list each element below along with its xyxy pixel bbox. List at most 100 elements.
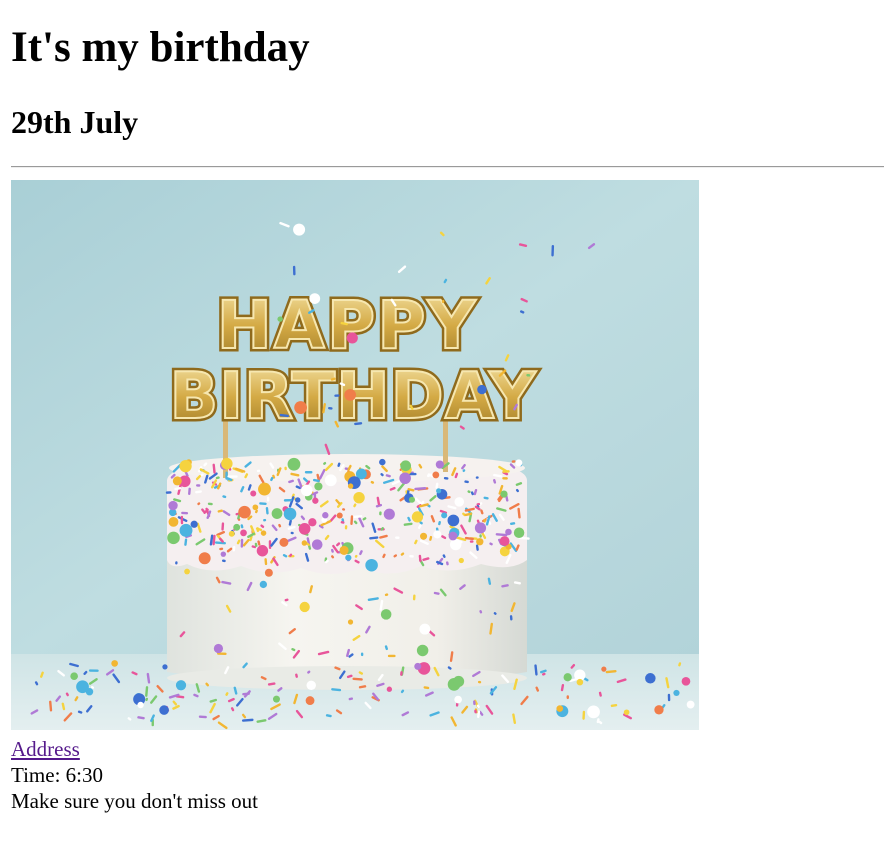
sprinkle-ball bbox=[454, 497, 465, 507]
sprinkle-ball bbox=[441, 512, 448, 519]
sprinkle-ball bbox=[436, 488, 442, 494]
sprinkle-ball bbox=[294, 497, 301, 503]
sprinkle-ball bbox=[306, 680, 316, 691]
sprinkle-ball bbox=[179, 523, 193, 537]
sprinkle-ball bbox=[70, 672, 78, 681]
sprinkle-ball bbox=[162, 664, 168, 670]
sprinkle-ball bbox=[233, 523, 241, 531]
sprinkle bbox=[502, 477, 508, 480]
sprinkle-ball bbox=[228, 530, 235, 537]
sprinkle-ball bbox=[298, 522, 311, 535]
sprinkle-ball bbox=[347, 619, 354, 625]
sprinkle-ball bbox=[300, 484, 313, 497]
sprinkle-ball bbox=[167, 531, 180, 545]
sprinkle-ball bbox=[563, 673, 572, 682]
sprinkle-ball bbox=[419, 623, 431, 635]
sprinkle bbox=[395, 536, 400, 539]
sprinkle bbox=[379, 511, 382, 516]
sprinkle bbox=[526, 374, 531, 377]
sprinkle-ball bbox=[513, 527, 525, 538]
sprinkle-ball bbox=[168, 500, 178, 511]
event-details: Address Time: 6:30 Make sure you don't m… bbox=[11, 736, 258, 814]
sprinkle-ball bbox=[287, 457, 301, 471]
event-time: Time: 6:30 bbox=[11, 763, 103, 787]
sprinkle-ball bbox=[179, 460, 192, 473]
sprinkle-ball bbox=[184, 568, 190, 575]
sprinkle-ball bbox=[347, 483, 354, 489]
sprinkle-ball bbox=[346, 332, 358, 344]
sprinkle bbox=[469, 540, 474, 543]
sprinkle bbox=[292, 265, 296, 276]
sprinkle-ball bbox=[515, 459, 523, 467]
sprinkle-ball bbox=[299, 601, 310, 613]
sprinkle-ball bbox=[344, 389, 356, 401]
sprinkle-ball bbox=[476, 538, 484, 546]
sprinkle-ball bbox=[336, 512, 343, 519]
sprinkle-ball bbox=[339, 545, 349, 555]
sprinkle-ball bbox=[420, 532, 428, 540]
sprinkle-ball bbox=[447, 514, 460, 527]
sprinkle-ball bbox=[240, 529, 247, 537]
sprinkle-ball bbox=[159, 705, 169, 715]
sprinkle-ball bbox=[256, 545, 269, 557]
sprinkle-ball bbox=[400, 460, 412, 472]
sprinkle-ball bbox=[213, 643, 224, 654]
sprinkle-ball bbox=[259, 580, 268, 589]
sprinkle bbox=[334, 394, 340, 397]
sprinkle bbox=[566, 695, 569, 700]
sprinkle-ball bbox=[293, 223, 306, 236]
sprinkle-ball bbox=[458, 557, 464, 564]
sprinkle-ball bbox=[353, 491, 365, 504]
sprinkle-ball bbox=[264, 568, 273, 577]
sprinkle-ball bbox=[408, 496, 416, 503]
sprinkle bbox=[165, 491, 172, 494]
sprinkle-ball bbox=[435, 460, 444, 469]
sprinkle-ball bbox=[168, 516, 179, 527]
sprinkle bbox=[180, 515, 184, 525]
sprinkle bbox=[196, 484, 201, 487]
sprinkle-ball bbox=[645, 673, 656, 684]
sprinkle bbox=[283, 498, 292, 502]
birthday-cake-image: HAPPY HAPPY BIRTHDAY BIRTHDAY bbox=[11, 180, 699, 730]
sprinkle-ball bbox=[499, 536, 510, 547]
sprinkle-ball bbox=[198, 552, 211, 565]
sprinkle-ball bbox=[380, 609, 392, 620]
sprinkle-ball bbox=[500, 490, 508, 498]
sprinkle-ball bbox=[301, 540, 308, 546]
sprinkle-ball bbox=[399, 472, 411, 485]
sprinkle-ball bbox=[386, 686, 393, 692]
sprinkle bbox=[483, 518, 486, 523]
sprinkle-ball bbox=[308, 518, 317, 527]
sprinkle-ball bbox=[576, 678, 584, 686]
sprinkle-ball bbox=[238, 505, 251, 519]
sprinkle-ball bbox=[365, 558, 378, 572]
sprinkle-ball bbox=[505, 528, 512, 536]
sprinkle-ball bbox=[221, 457, 233, 470]
sprinkle-ball bbox=[111, 660, 119, 667]
sprinkle-ball bbox=[137, 701, 144, 709]
sprinkle-ball bbox=[322, 512, 329, 519]
sprinkle-ball bbox=[432, 471, 440, 479]
sprinkle bbox=[227, 475, 238, 478]
sprinkle bbox=[360, 652, 364, 657]
event-date: 29th July bbox=[11, 104, 139, 140]
sprinkle-ball bbox=[76, 680, 89, 694]
sprinkle-ball bbox=[311, 539, 323, 550]
sprinkle-ball bbox=[273, 695, 280, 703]
sprinkle bbox=[582, 710, 586, 720]
sprinkle bbox=[240, 538, 244, 548]
sprinkle bbox=[475, 476, 479, 479]
sprinkle-ball bbox=[175, 680, 187, 691]
sprinkle-ball bbox=[190, 520, 198, 528]
sprinkle-ball bbox=[556, 705, 564, 712]
sprinkle-ball bbox=[250, 490, 257, 497]
sprinkle bbox=[551, 244, 555, 257]
event-note: Make sure you don't miss out bbox=[11, 789, 259, 813]
sprinkle-ball bbox=[309, 293, 321, 304]
sprinkle bbox=[181, 511, 189, 515]
address-link[interactable]: Address bbox=[11, 737, 80, 761]
sprinkle-ball bbox=[416, 644, 429, 657]
sprinkle bbox=[409, 555, 414, 558]
sprinkle-ball bbox=[383, 508, 395, 520]
sprinkle-ball bbox=[673, 689, 680, 697]
